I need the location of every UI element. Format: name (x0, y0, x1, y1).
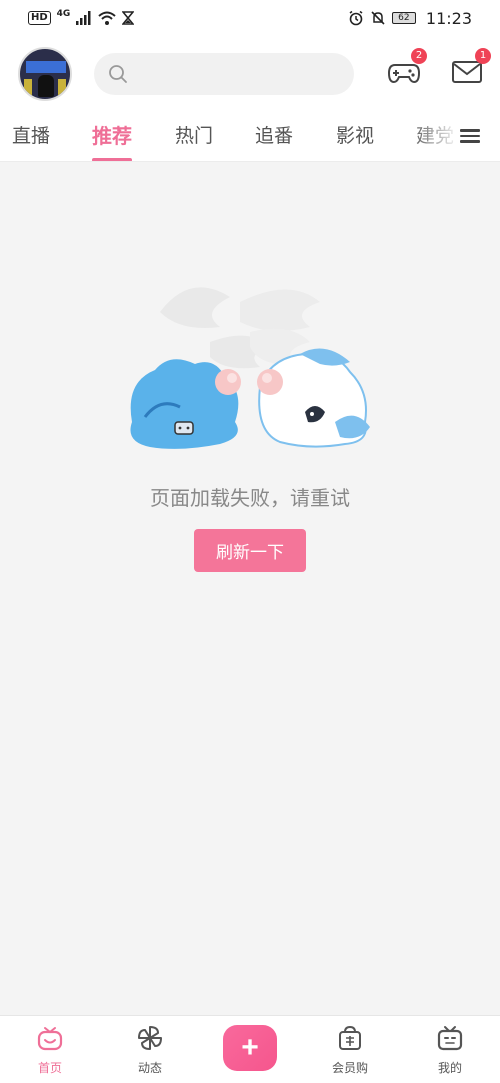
tab-live[interactable]: 直播 (12, 122, 50, 161)
hd-indicator: HD (28, 11, 51, 25)
publish-button[interactable]: + (223, 1025, 277, 1071)
nav-shop-label: 会员购 (331, 1061, 368, 1075)
nav-dynamic[interactable]: 动态 (120, 1024, 180, 1076)
battery-icon: 62 (391, 12, 416, 24)
tab-recommend[interactable]: 推荐 (92, 122, 132, 161)
hamburger-menu-icon[interactable] (460, 126, 482, 148)
channel-tabs: 直播 推荐 热门 追番 影视 建党 (0, 112, 500, 162)
search-bar[interactable] (94, 53, 354, 95)
messages-button[interactable]: 1 (451, 48, 491, 86)
search-input[interactable] (136, 65, 336, 83)
tab-fade (410, 112, 460, 161)
nav-dynamic-label: 动态 (137, 1061, 162, 1075)
pinwheel-icon (138, 1026, 162, 1050)
status-bar-right: 62 11:23 (348, 9, 472, 28)
game-center-button[interactable]: 2 (387, 48, 427, 86)
refresh-button[interactable]: 刷新一下 (194, 529, 306, 572)
nav-home[interactable]: 首页 (20, 1024, 80, 1076)
nav-mine-label: 我的 (437, 1061, 462, 1075)
tab-anime[interactable]: 追番 (255, 122, 293, 161)
search-icon (109, 65, 127, 83)
game-badge: 2 (411, 48, 427, 64)
wifi-icon (98, 11, 116, 25)
app-screen: HD 4G 62 11:23 2 1 直播 推荐 热门 追番 影视 页面加载失败… (0, 0, 500, 1083)
network-type: 4G (56, 9, 71, 19)
bottom-navigation: 首页 动态 + 会员购 我的 (0, 1015, 500, 1083)
error-message: 页面加载失败，请重试 (150, 486, 350, 510)
tab-hot[interactable]: 热门 (175, 122, 213, 161)
nav-shop[interactable]: 会员购 (320, 1024, 380, 1076)
shopping-bag-icon (339, 1025, 361, 1050)
nav-mine[interactable]: 我的 (420, 1024, 480, 1076)
top-header: 2 1 (0, 36, 500, 112)
main-content: 页面加载失败，请重试 刷新一下 (0, 162, 500, 1015)
tab-movies[interactable]: 影视 (336, 122, 374, 161)
home-tv-icon (37, 1027, 63, 1051)
tv-face-icon (437, 1026, 463, 1051)
mail-badge: 1 (475, 48, 491, 64)
hourglass-icon (122, 11, 135, 25)
error-mascot-illustration (130, 287, 370, 449)
signal-icon (76, 11, 91, 25)
status-bar-left: HD 4G (28, 9, 135, 25)
clock: 11:23 (425, 8, 472, 28)
alarm-icon (349, 10, 363, 26)
mute-bell-icon (371, 11, 385, 25)
nav-home-label: 首页 (37, 1061, 62, 1075)
avatar[interactable] (18, 47, 72, 101)
status-bar: HD 4G 62 11:23 (0, 0, 500, 36)
